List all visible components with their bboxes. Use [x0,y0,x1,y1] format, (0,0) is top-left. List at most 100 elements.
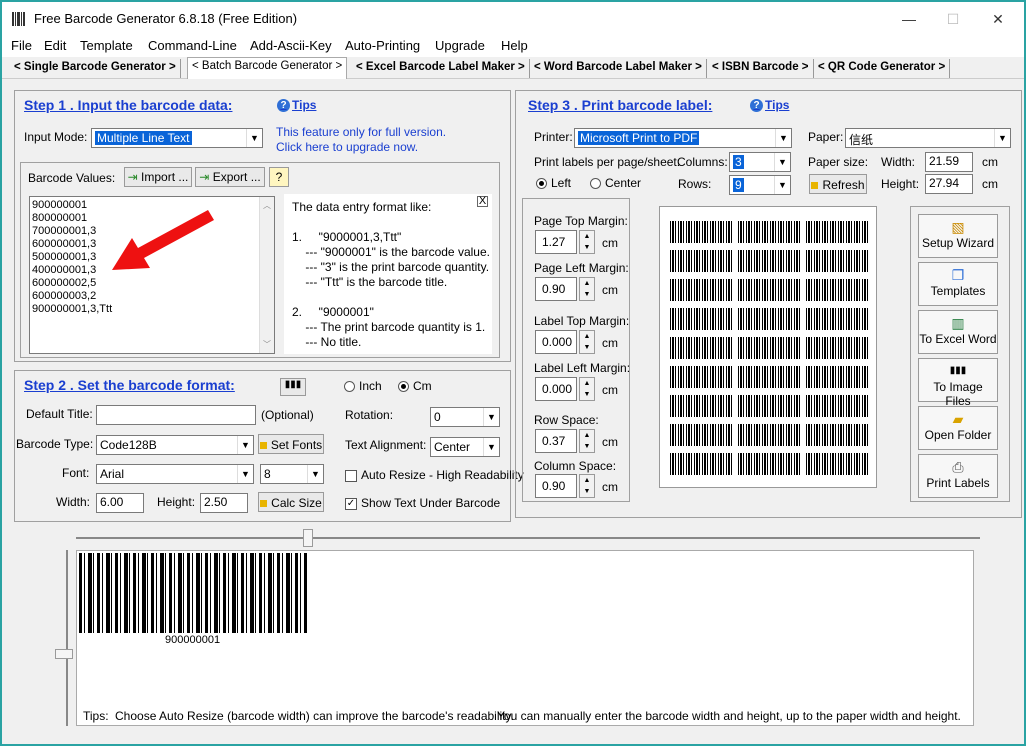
barcode-format-icon-button[interactable]: ▮▮▮ [280,378,306,396]
help-line: --- No title. [292,335,362,349]
export-button[interactable]: ⇥ Export ... [195,167,265,187]
tab-bar: < Single Barcode Generator > < Batch Bar… [2,57,1024,79]
step1-title: Step 1 . Input the barcode data: [24,97,233,113]
columns-select[interactable]: 3 ▼ [729,152,791,172]
label-left-margin-input[interactable]: 0.000 [535,377,577,401]
tab-batch-barcode[interactable]: < Batch Barcode Generator > [187,57,348,79]
margin-unit: cm [602,480,618,494]
close-button[interactable]: ✕ [984,8,1012,30]
to-image-files-button[interactable]: ▮▮▮ To Image Files [918,358,998,408]
menu-edit[interactable]: Edit [44,38,66,53]
spinner-icon[interactable]: ▲ ▼ [579,230,595,254]
margin-label: Label Top Margin: [534,314,630,328]
rows-select[interactable]: 9 ▼ [729,175,791,195]
height-label: Height: [157,495,196,509]
spinner-icon[interactable]: ▲ ▼ [579,330,595,354]
default-title-input[interactable] [96,405,256,425]
per-sheet-label: Print labels per page/sheet: [534,155,681,169]
input-mode-label: Input Mode: [24,130,88,144]
menu-file[interactable]: File [11,38,32,53]
font-select[interactable]: Arial ▼ [96,464,254,484]
font-size-select[interactable]: 8 ▼ [260,464,324,484]
tab-isbn-barcode[interactable]: < ISBN Barcode > [708,59,814,78]
unit-cm-radio[interactable]: Cm [398,379,432,393]
calc-size-button[interactable]: Calc Size [258,492,324,512]
textarea-scrollbar[interactable]: ︿ ﹀ [259,197,274,353]
spinner-icon[interactable]: ▲ ▼ [579,377,595,401]
paper-height-input[interactable]: 27.94 [925,174,973,194]
row-space-input[interactable]: 0.37 [535,429,577,453]
width-label: Width: [56,495,91,509]
menu-auto-printing[interactable]: Auto-Printing [345,38,420,53]
print-labels-button[interactable]: ⎙ Print Labels [918,454,998,498]
column-space-input[interactable]: 0.90 [535,474,577,498]
help-line [292,215,484,230]
label-top-margin-input[interactable]: 0.000 [535,330,577,354]
tab-qr-generator[interactable]: < QR Code Generator > [814,59,951,78]
help-line: --- "9000001" is the barcode value. [292,245,490,259]
printer-select[interactable]: Microsoft Print to PDF ▼ [574,128,792,148]
to-excel-word-button[interactable]: ▥ To Excel Word [918,310,998,354]
refresh-button[interactable]: Refresh [809,174,867,194]
format-help-box: X The data entry format like: 1. "900000… [284,194,492,354]
paper-height-unit: cm [982,177,998,191]
import-button[interactable]: ⇥ Import ... [124,167,192,187]
tab-word-label-maker[interactable]: < Word Barcode Label Maker > [530,59,707,78]
margin-unit: cm [602,283,618,297]
page-top-margin-input[interactable]: 1.27 [535,230,577,254]
paper-height-label: Height: [881,177,920,191]
chevron-down-icon: ▼ [246,129,262,147]
horizontal-ruler-slider[interactable] [303,529,313,547]
help-line: --- "Ttt" is the barcode title. [292,275,448,289]
barcode-width-input[interactable]: 6.00 [96,493,144,513]
help-circle-icon: ? [750,98,763,112]
menu-add-ascii-key[interactable]: Add-Ascii-Key [250,38,332,53]
vertical-ruler-slider[interactable] [55,649,73,659]
rotation-select[interactable]: 0 ▼ [430,407,500,427]
setup-wizard-button[interactable]: ▧ Setup Wizard [918,214,998,258]
templates-icon: ❐ [951,267,965,283]
barcode-height-input[interactable]: 2.50 [200,493,248,513]
columns-label: Columns: [677,155,728,169]
align-center-radio[interactable]: Center [590,176,641,190]
set-fonts-button[interactable]: Set Fonts [258,434,324,454]
show-text-checkbox[interactable]: ✓ Show Text Under Barcode [345,496,500,510]
templates-button[interactable]: ❐ Templates [918,262,998,306]
minimize-button[interactable]: — [895,8,923,30]
chevron-down-icon: ▼ [237,465,253,483]
rotation-label: Rotation: [345,408,394,422]
paper-width-input[interactable]: 21.59 [925,152,973,172]
close-help-icon[interactable]: X [477,196,488,207]
help-button[interactable]: ? [269,167,289,187]
tab-excel-label-maker[interactable]: < Excel Barcode Label Maker > [352,59,530,78]
align-left-radio[interactable]: Left [536,176,571,190]
text-alignment-select[interactable]: Center ▼ [430,437,500,457]
menu-command-line[interactable]: Command-Line [148,38,237,53]
open-folder-button[interactable]: ▰ Open Folder [918,406,998,450]
optional-label: (Optional) [261,408,314,422]
paper-select[interactable]: 信纸 ▼ [845,128,1011,148]
spinner-icon[interactable]: ▲ ▼ [579,277,595,301]
value-line: 600000002,5 [32,277,97,289]
menu-help[interactable]: Help [501,38,528,53]
help-line: --- "3" is the print barcode quantity. [292,260,490,274]
spinner-icon[interactable]: ▲ ▼ [579,474,595,498]
upgrade-link[interactable]: Click here to upgrade now. [276,140,418,154]
auto-resize-checkbox[interactable]: Auto Resize - High Readability [345,468,524,482]
menu-template[interactable]: Template [80,38,133,53]
chevron-down-icon: ▼ [483,408,499,426]
chevron-down-icon: ▼ [307,465,323,483]
input-mode-select[interactable]: Multiple Line Text ▼ [91,128,263,148]
barcode-type-select[interactable]: Code128B ▼ [96,435,254,455]
spinner-icon[interactable]: ▲ ▼ [579,429,595,453]
step3-tips-link[interactable]: ? Tips [750,98,789,112]
vertical-ruler [66,550,68,726]
tab-single-barcode[interactable]: < Single Barcode Generator > [10,59,181,78]
step1-tips-link[interactable]: ? Tips [277,98,316,112]
page-left-margin-input[interactable]: 0.90 [535,277,577,301]
maximize-button[interactable]: ☐ [939,8,967,30]
paper-width-label: Width: [881,155,916,169]
unit-inch-radio[interactable]: Inch [344,379,382,393]
full-version-notice: This feature only for full version. [276,125,447,139]
menu-upgrade[interactable]: Upgrade [435,38,485,53]
